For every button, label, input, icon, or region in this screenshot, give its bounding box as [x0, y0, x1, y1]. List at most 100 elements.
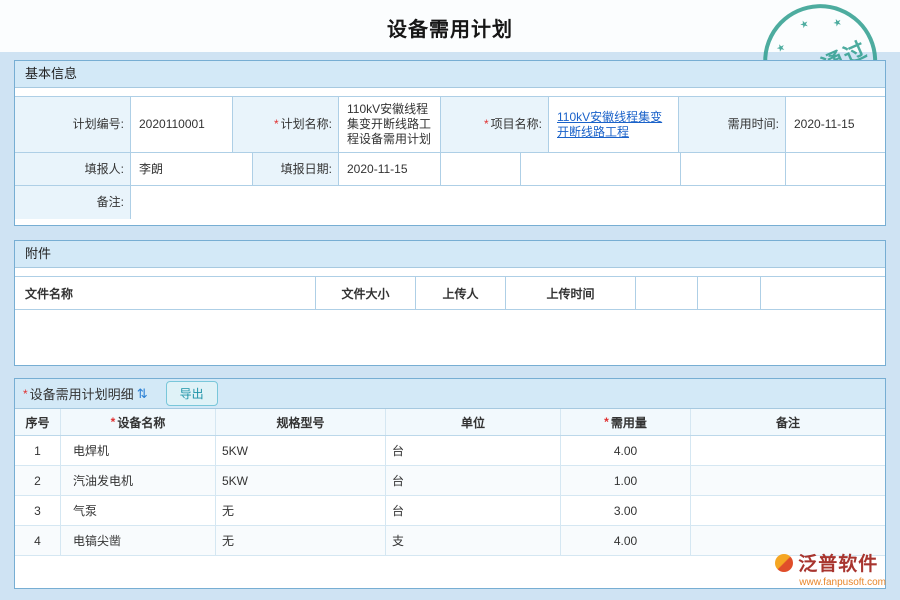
- required-icon: *: [274, 117, 279, 132]
- basic-info-row-3: 备注:: [15, 186, 885, 219]
- cell-quantity: 4.00: [561, 436, 691, 465]
- col-upload-time: 上传时间: [506, 277, 636, 309]
- table-row: 4 电镐尖凿 无 支 4.00: [15, 526, 885, 556]
- cell-remark: [691, 496, 885, 525]
- column-label: 单位: [461, 414, 485, 431]
- fanpu-logo-icon: [775, 554, 793, 572]
- attachments-header: 附件: [15, 241, 885, 268]
- details-panel: * 设备需用计划明细 ⇅ 导出 序号 *设备名称 规格型号 单位 *需用量 备注…: [14, 378, 886, 589]
- value-text: 2020-11-15: [794, 117, 855, 132]
- column-label: 需用量: [611, 414, 647, 431]
- cell-spec-model: 5KW: [216, 466, 386, 495]
- column-label: 文件大小: [341, 285, 389, 302]
- value-text: 李朗: [139, 162, 163, 177]
- label-text: 备注:: [97, 195, 124, 210]
- col-remark: 备注: [691, 409, 885, 435]
- cell-remark: [691, 436, 885, 465]
- col-equipment-name: *设备名称: [61, 409, 216, 435]
- required-icon: *: [484, 117, 489, 132]
- table-row: 3 气泵 无 台 3.00: [15, 496, 885, 526]
- table-row: 1 电焊机 5KW 台 4.00: [15, 436, 885, 466]
- col-index: 序号: [15, 409, 61, 435]
- cell-index: 1: [15, 436, 61, 465]
- label-text: 填报日期:: [281, 162, 332, 177]
- cell-spec-model: 无: [216, 526, 386, 555]
- cell-equipment-name: 电焊机: [61, 436, 216, 465]
- report-date-label: 填报日期:: [253, 153, 339, 186]
- empty-cell: [441, 153, 521, 186]
- cell-remark: [691, 466, 885, 495]
- col-unit: 单位: [386, 409, 561, 435]
- attachments-panel: 附件 文件名称 文件大小 上传人 上传时间: [14, 240, 886, 366]
- details-title: 设备需用计划明细: [30, 384, 134, 403]
- need-date-label: 需用时间:: [679, 97, 786, 153]
- plan-no-value: 2020110001: [131, 97, 233, 153]
- empty-cell: [786, 153, 885, 186]
- label-text: 项目名称:: [491, 117, 542, 132]
- column-label: 序号: [25, 414, 49, 431]
- project-link[interactable]: 110kV安徽线程集变开断线路工程: [557, 110, 672, 140]
- column-label: 备注: [776, 414, 800, 431]
- label-text: 计划名称:: [281, 117, 332, 132]
- value-text: 110kV安徽线程集变开断线路工程设备需用计划: [347, 102, 434, 147]
- plan-no-label: 计划编号:: [15, 97, 131, 153]
- report-date-value: 2020-11-15: [339, 153, 441, 186]
- column-label: 文件名称: [25, 285, 73, 302]
- cell-equipment-name: 汽油发电机: [61, 466, 216, 495]
- project-name-label: *项目名称:: [441, 97, 549, 153]
- cell-unit: 支: [386, 526, 561, 555]
- value-text: 2020-11-15: [347, 162, 408, 177]
- cell-index: 2: [15, 466, 61, 495]
- footer-brand: 泛普软件 www.fanpusoft.com: [775, 549, 886, 588]
- col-file-size: 文件大小: [316, 277, 416, 309]
- brand-name: 泛普软件: [798, 549, 878, 576]
- cell-unit: 台: [386, 496, 561, 525]
- cell-spec-model: 5KW: [216, 436, 386, 465]
- column-label: 上传时间: [546, 285, 594, 302]
- plan-name-value: 110kV安徽线程集变开断线路工程设备需用计划: [339, 97, 441, 153]
- cell-quantity: 1.00: [561, 466, 691, 495]
- basic-info-row-2: 填报人: 李朗 填报日期: 2020-11-15: [15, 153, 885, 186]
- column-label: 规格型号: [276, 414, 324, 431]
- label-text: 填报人:: [85, 162, 124, 177]
- cell-unit: 台: [386, 436, 561, 465]
- empty-cell: [681, 153, 786, 186]
- brand-line: 泛普软件: [775, 549, 886, 576]
- cell-quantity: 3.00: [561, 496, 691, 525]
- col-uploader: 上传人: [416, 277, 506, 309]
- col-spec-model: 规格型号: [216, 409, 386, 435]
- need-date-value: 2020-11-15: [786, 97, 885, 153]
- empty-cell: [761, 277, 885, 309]
- remark-value: [131, 186, 885, 219]
- column-label: 设备名称: [117, 414, 165, 431]
- reporter-value: 李朗: [131, 153, 253, 186]
- sort-icon[interactable]: ⇅: [137, 386, 148, 402]
- reporter-label: 填报人:: [15, 153, 131, 186]
- cell-index: 3: [15, 496, 61, 525]
- column-label: 上传人: [442, 285, 478, 302]
- value-text: 2020110001: [139, 117, 205, 132]
- label-text: 需用时间:: [728, 117, 779, 132]
- required-icon: *: [111, 415, 116, 429]
- empty-cell: [636, 277, 698, 309]
- basic-info-grid: 计划编号: 2020110001 *计划名称: 110kV安徽线程集变开断线路工…: [15, 96, 885, 219]
- details-table-header: 序号 *设备名称 规格型号 单位 *需用量 备注: [15, 409, 885, 436]
- cell-equipment-name: 气泵: [61, 496, 216, 525]
- brand-url: www.fanpusoft.com: [799, 577, 886, 588]
- remark-label: 备注:: [15, 186, 131, 219]
- project-name-value: 110kV安徽线程集变开断线路工程: [549, 97, 679, 153]
- basic-info-header: 基本信息: [15, 61, 885, 88]
- cell-spec-model: 无: [216, 496, 386, 525]
- cell-quantity: 4.00: [561, 526, 691, 555]
- basic-info-row-1: 计划编号: 2020110001 *计划名称: 110kV安徽线程集变开断线路工…: [15, 97, 885, 153]
- col-quantity: *需用量: [561, 409, 691, 435]
- plan-name-label: *计划名称:: [233, 97, 339, 153]
- empty-cell: [521, 153, 681, 186]
- attachments-table-header: 文件名称 文件大小 上传人 上传时间: [15, 276, 885, 310]
- basic-info-panel: 基本信息 计划编号: 2020110001 *计划名称: 110kV安徽线程集变…: [14, 60, 886, 226]
- details-toolbar: * 设备需用计划明细 ⇅ 导出: [15, 379, 885, 409]
- empty-cell: [698, 277, 761, 309]
- export-button[interactable]: 导出: [166, 381, 218, 406]
- cell-equipment-name: 电镐尖凿: [61, 526, 216, 555]
- label-text: 计划编号:: [73, 117, 124, 132]
